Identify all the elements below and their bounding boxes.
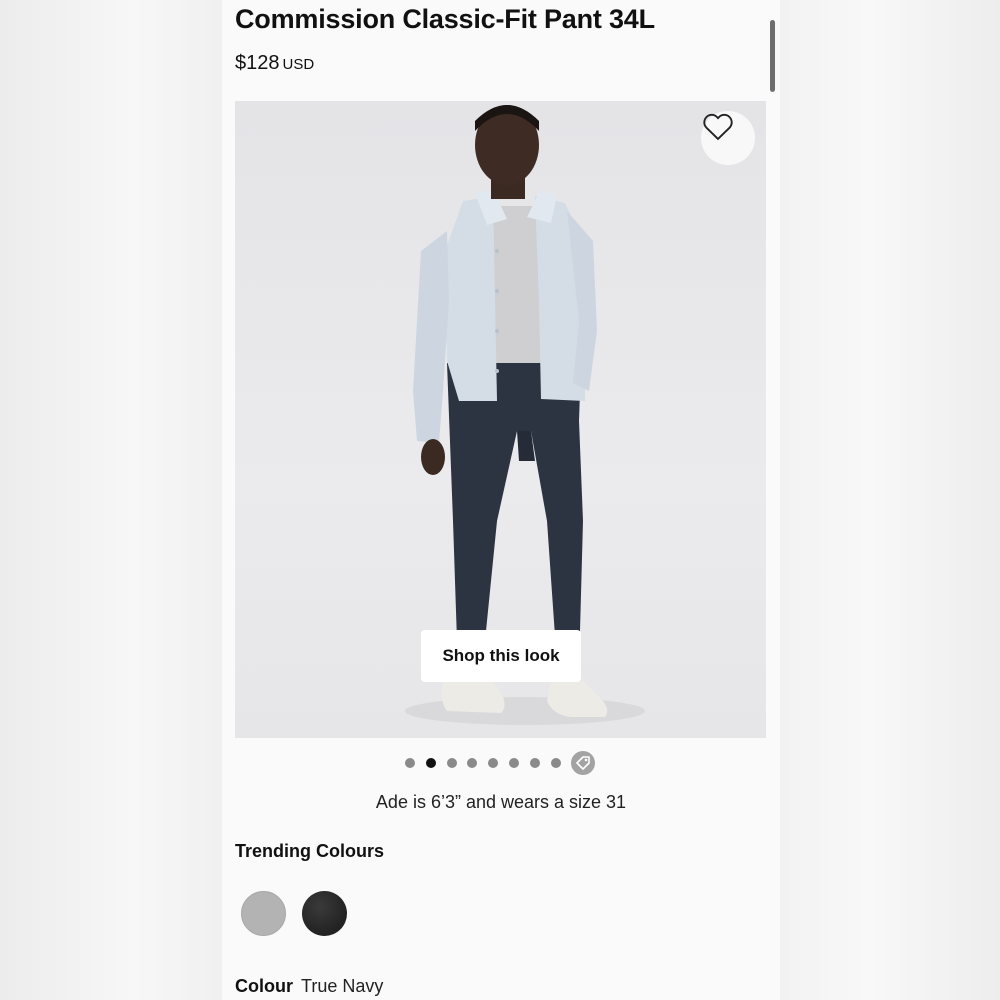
- tag-icon: [576, 756, 591, 770]
- gallery-pagination: [405, 750, 596, 776]
- pagination-dot[interactable]: [467, 758, 478, 768]
- colour-label: Colour: [235, 976, 293, 996]
- model-size-info: Ade is 6’3” and wears a size 31: [375, 792, 627, 812]
- product-page: Commission Classic-Fit Pant 34L $128USD: [222, 0, 780, 1000]
- scrollbar[interactable]: [770, 20, 775, 92]
- pagination-dot-active[interactable]: [425, 758, 436, 768]
- heart-icon: [703, 113, 733, 141]
- product-title: Commission Classic-Fit Pant 34L: [235, 4, 655, 34]
- price-currency: USD: [282, 56, 315, 73]
- pagination-dot[interactable]: [550, 758, 561, 768]
- colour-swatch-black[interactable]: [302, 891, 347, 936]
- pagination-dot[interactable]: [488, 758, 499, 768]
- selected-colour: Colour True Navy: [235, 976, 383, 997]
- pagination-dot[interactable]: [446, 758, 457, 768]
- favorite-button[interactable]: [701, 111, 755, 165]
- shop-this-look-button[interactable]: Shop this look: [421, 630, 581, 682]
- product-price: $128 USD: [235, 52, 314, 75]
- colour-value: True Navy: [301, 976, 384, 996]
- colour-swatch-grey[interactable]: [241, 891, 286, 936]
- shop-look-tag-button[interactable]: [571, 751, 596, 775]
- trending-colours-heading: Trending Colours: [235, 841, 385, 861]
- background-left: [0, 0, 222, 1000]
- product-image[interactable]: Shop this look: [235, 101, 766, 738]
- pagination-dot[interactable]: [529, 758, 540, 768]
- background-right: [780, 0, 1000, 1000]
- pagination-dot[interactable]: [508, 758, 519, 768]
- price-amount: $128: [235, 52, 280, 74]
- pagination-dot[interactable]: [405, 758, 415, 768]
